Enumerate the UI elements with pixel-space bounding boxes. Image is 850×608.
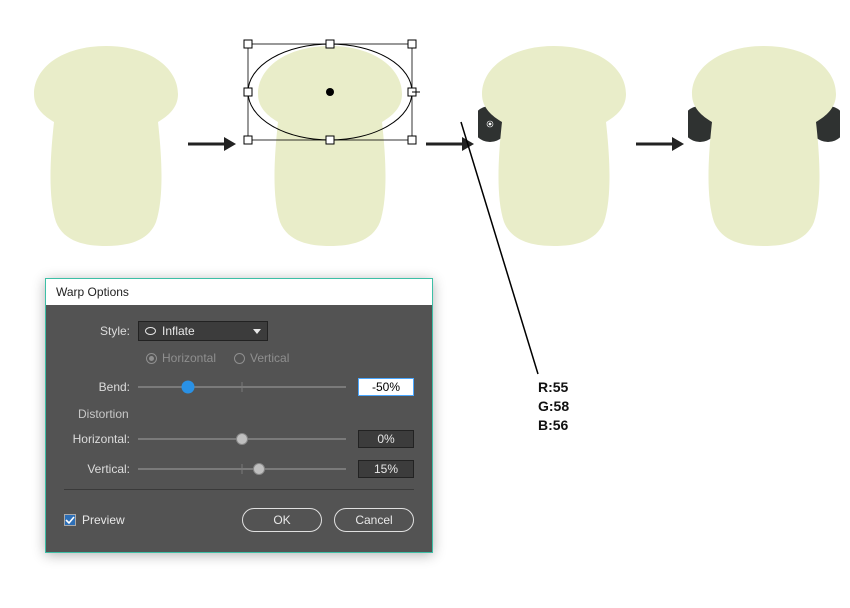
horizontal-label: Horizontal: bbox=[64, 432, 138, 446]
rgb-readout: R:55 G:58 B:56 bbox=[538, 378, 569, 435]
bend-value-input[interactable]: -50% bbox=[358, 378, 414, 396]
warp-options-dialog: Warp Options Style: Inflate Horizontal V… bbox=[45, 278, 433, 553]
dialog-titlebar[interactable]: Warp Options bbox=[46, 279, 432, 305]
arrow-3 bbox=[630, 135, 688, 153]
orient-horizontal-radio[interactable]: Horizontal bbox=[146, 351, 216, 365]
orient-vertical-radio[interactable]: Vertical bbox=[234, 351, 289, 365]
rgb-b: B:56 bbox=[538, 416, 569, 435]
step-3-shape bbox=[478, 40, 630, 248]
vertical-label: Vertical: bbox=[64, 462, 138, 476]
rgb-r: R:55 bbox=[538, 378, 569, 397]
step-4-shape bbox=[688, 40, 840, 248]
distortion-group-label: Distortion bbox=[78, 407, 414, 421]
style-select[interactable]: Inflate bbox=[138, 321, 268, 341]
style-value: Inflate bbox=[162, 324, 195, 338]
style-label: Style: bbox=[64, 324, 138, 338]
bend-slider[interactable] bbox=[138, 377, 346, 397]
arrow-1 bbox=[182, 135, 240, 153]
divider bbox=[64, 489, 414, 490]
step-2-shape bbox=[240, 38, 420, 250]
dialog-title: Warp Options bbox=[56, 285, 129, 299]
ok-button[interactable]: OK bbox=[242, 508, 322, 532]
inflate-icon bbox=[145, 327, 156, 335]
preview-checkbox[interactable] bbox=[64, 514, 76, 526]
chevron-down-icon bbox=[253, 329, 261, 334]
arrow-2 bbox=[420, 135, 478, 153]
illustration-row bbox=[30, 34, 850, 254]
vertical-value-input[interactable]: 15% bbox=[358, 460, 414, 478]
horizontal-slider[interactable] bbox=[138, 429, 346, 449]
rgb-g: G:58 bbox=[538, 397, 569, 416]
step-1-shape bbox=[30, 40, 182, 248]
bend-label: Bend: bbox=[64, 380, 138, 394]
horizontal-value-input[interactable]: 0% bbox=[358, 430, 414, 448]
cancel-button[interactable]: Cancel bbox=[334, 508, 414, 532]
preview-label: Preview bbox=[82, 513, 125, 527]
vertical-slider[interactable] bbox=[138, 459, 346, 479]
